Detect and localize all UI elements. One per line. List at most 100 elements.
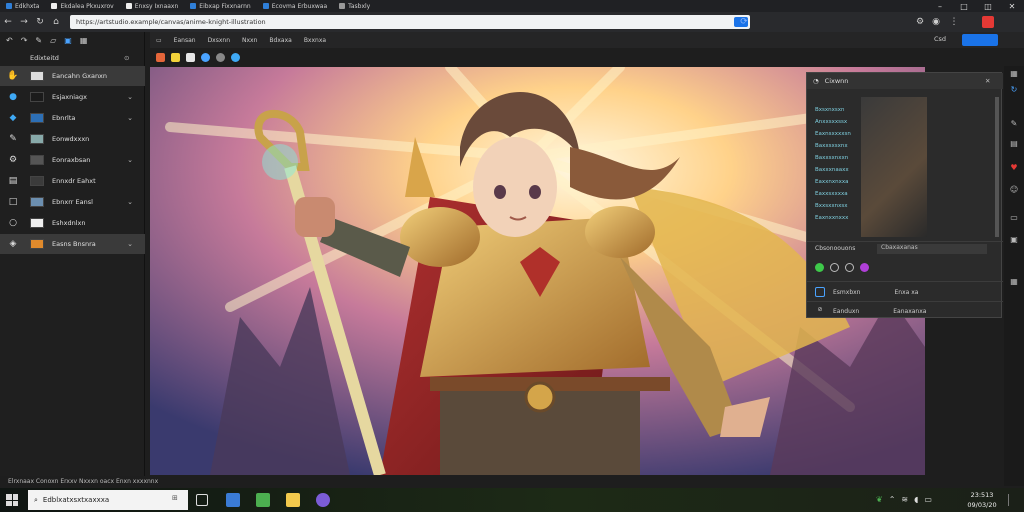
back-icon[interactable]: ← — [0, 14, 16, 30]
battery-icon[interactable]: ▭ — [924, 495, 932, 504]
folder-icon[interactable] — [286, 493, 300, 507]
forward-icon[interactable]: → — [16, 14, 32, 30]
color-swatch-icon[interactable] — [186, 52, 195, 62]
list-item[interactable]: Eaxnsxxxxsn — [815, 131, 851, 137]
browser-tab[interactable]: Ekdalea Pkxuxrov — [45, 0, 119, 12]
layer-item[interactable]: ◆ Ebnrlta ⌄ — [0, 108, 145, 128]
store-icon[interactable] — [226, 493, 240, 507]
task-view-icon[interactable] — [196, 494, 208, 506]
brush-icon[interactable]: ✎ — [35, 36, 42, 45]
image-icon[interactable]: ▣ — [1009, 234, 1019, 244]
layer-item[interactable]: ✎ Eonwdxxxn — [0, 129, 145, 149]
browser-tab[interactable]: Ecovma Erbuxwaa — [257, 0, 333, 12]
maximize-button[interactable]: ◫ — [976, 0, 1000, 12]
app-icon — [6, 3, 12, 9]
dropdown-select[interactable]: Cbaxaxanas — [877, 244, 987, 254]
minimize-button[interactable]: – — [928, 0, 952, 12]
tab-label: Eibxap Fixxnarnn — [199, 2, 251, 10]
clock[interactable]: 23:513 09/03/20 — [960, 490, 1004, 510]
settings-icon[interactable]: ⚙ — [912, 14, 928, 30]
editor-tab[interactable]: Nxxn — [236, 37, 263, 44]
editor-tab[interactable]: Bxxnxa — [298, 37, 332, 44]
app-icon[interactable] — [256, 493, 270, 507]
color-swatch-icon[interactable] — [201, 52, 210, 62]
browser-icon[interactable] — [316, 493, 330, 507]
list-item[interactable]: Eaxxnxnxxa — [815, 179, 848, 185]
frame-icon[interactable]: ▦ — [80, 36, 88, 45]
export-button[interactable] — [962, 34, 998, 46]
leaf-icon[interactable]: ❦ — [876, 495, 883, 504]
chevron-down-icon[interactable]: ⌄ — [123, 156, 137, 164]
circle-icon[interactable] — [845, 263, 854, 272]
reload-icon[interactable]: ↻ — [32, 14, 48, 30]
layer-item[interactable]: ● Esjaxniagx ⌄ — [0, 87, 145, 107]
layer-item[interactable]: □ Ebnxrr Eansl ⌄ — [0, 192, 145, 212]
notification-icon[interactable] — [1008, 494, 1018, 506]
profile-icon[interactable]: ◉ — [928, 14, 944, 30]
file-icon[interactable]: ▭ — [150, 37, 168, 44]
layer-item[interactable]: ▤ Ennxdr Eahxt — [0, 171, 145, 191]
list-item[interactable]: Eaxxsxxxxa — [815, 191, 848, 197]
extension-icon[interactable]: ⟳ — [736, 14, 752, 30]
purple-dot-icon[interactable] — [860, 263, 869, 272]
layer-label: Ebnxrr Eansl — [52, 198, 93, 206]
list-item[interactable]: Bxxsxxnxsx — [815, 203, 848, 209]
color-swatch-icon[interactable] — [216, 52, 225, 62]
color-swatch-icon[interactable] — [231, 52, 240, 62]
panel-options-icon[interactable]: ⊙ — [124, 54, 129, 62]
circle-icon[interactable] — [830, 263, 839, 272]
layer-item[interactable]: ✋ Eancahn Gxanxn — [0, 66, 145, 86]
chevron-down-icon[interactable]: ⌄ — [123, 198, 137, 206]
eraser-icon[interactable]: ▱ — [50, 36, 56, 45]
list-item[interactable]: Bxsxnxsxn — [815, 107, 845, 113]
chevron-down-icon[interactable]: ⌄ — [123, 114, 137, 122]
undo-icon[interactable]: ↶ — [6, 36, 13, 45]
volume-icon[interactable]: ◖ — [914, 495, 918, 504]
heart-icon[interactable]: ♥ — [1009, 162, 1019, 172]
table-icon[interactable]: ▦ — [1009, 276, 1019, 286]
editor-tab[interactable]: Bdxaxa — [263, 37, 297, 44]
folder-icon[interactable]: ▭ — [1009, 212, 1019, 222]
list-item[interactable]: Baxxxnaaxx — [815, 167, 849, 173]
panel-row[interactable]: Esmxbxn Enxa xa — [815, 287, 918, 297]
image-icon[interactable]: ▣ — [64, 36, 72, 45]
status-bar: Elrxnaax Conoxn Erxxv Nxxxn oacx Enxn xx… — [0, 476, 1004, 488]
color-swatch-icon[interactable] — [171, 52, 180, 62]
chevron-down-icon[interactable]: ⌄ — [123, 93, 137, 101]
chevron-up-icon[interactable]: ⌃ — [889, 495, 896, 504]
browser-tab[interactable]: Edkhxta — [0, 0, 45, 12]
list-item[interactable]: Anxxsxxssx — [815, 119, 847, 125]
redo-icon[interactable]: ↷ — [21, 36, 28, 45]
layers-icon[interactable]: ▤ — [1009, 138, 1019, 148]
close-icon[interactable]: ✕ — [985, 77, 990, 85]
layer-item[interactable]: ⚙ Eonraxbsan ⌄ — [0, 150, 145, 170]
restore-button[interactable]: □ — [952, 0, 976, 12]
browser-tab[interactable]: Tasbxly — [333, 0, 376, 12]
panel-row[interactable]: ⊘ Eanduxn Eanaxanxa — [815, 306, 926, 316]
grid-icon[interactable]: ▦ — [1009, 68, 1019, 78]
alert-icon[interactable] — [982, 16, 994, 28]
chevron-down-icon[interactable]: ⌄ — [123, 240, 137, 248]
list-item[interactable]: Eaxnxxnxxx — [815, 215, 848, 221]
home-icon[interactable]: ⌂ — [48, 14, 64, 30]
pen-icon[interactable]: ✎ — [1009, 118, 1019, 128]
list-item[interactable]: Baxxsxsxnx — [815, 143, 848, 149]
browser-tab[interactable]: Enxsy Ixnaaxn — [120, 0, 185, 12]
editor-tab[interactable]: Eansan — [168, 37, 202, 44]
browser-tab[interactable]: Eibxap Fixxnarnn — [184, 0, 256, 12]
list-item[interactable]: Baxxsxnxxn — [815, 155, 848, 161]
start-icon[interactable] — [6, 494, 18, 506]
scrollbar[interactable] — [995, 97, 999, 237]
close-button[interactable]: ✕ — [1000, 0, 1024, 12]
taskbar-search[interactable]: ⌕ Edblxatxsxtxaxxxa ⊞ — [28, 490, 188, 510]
person-icon[interactable]: ☺ — [1009, 184, 1019, 194]
green-dot-icon[interactable] — [815, 263, 824, 272]
color-swatch-icon[interactable] — [156, 52, 165, 62]
layer-item[interactable]: ○ Eshxdnlxn — [0, 213, 145, 233]
editor-tab[interactable]: Dxsxnn — [202, 37, 236, 44]
menu-icon[interactable]: ⋮ — [946, 14, 962, 30]
refresh-icon[interactable]: ↻ — [1009, 84, 1019, 94]
layer-item[interactable]: ◈ Easns Bnsnra ⌄ — [0, 234, 145, 254]
wifi-icon[interactable]: ≋ — [901, 495, 908, 504]
address-bar[interactable]: https://artstudio.example/canvas/anime-k… — [70, 15, 750, 29]
